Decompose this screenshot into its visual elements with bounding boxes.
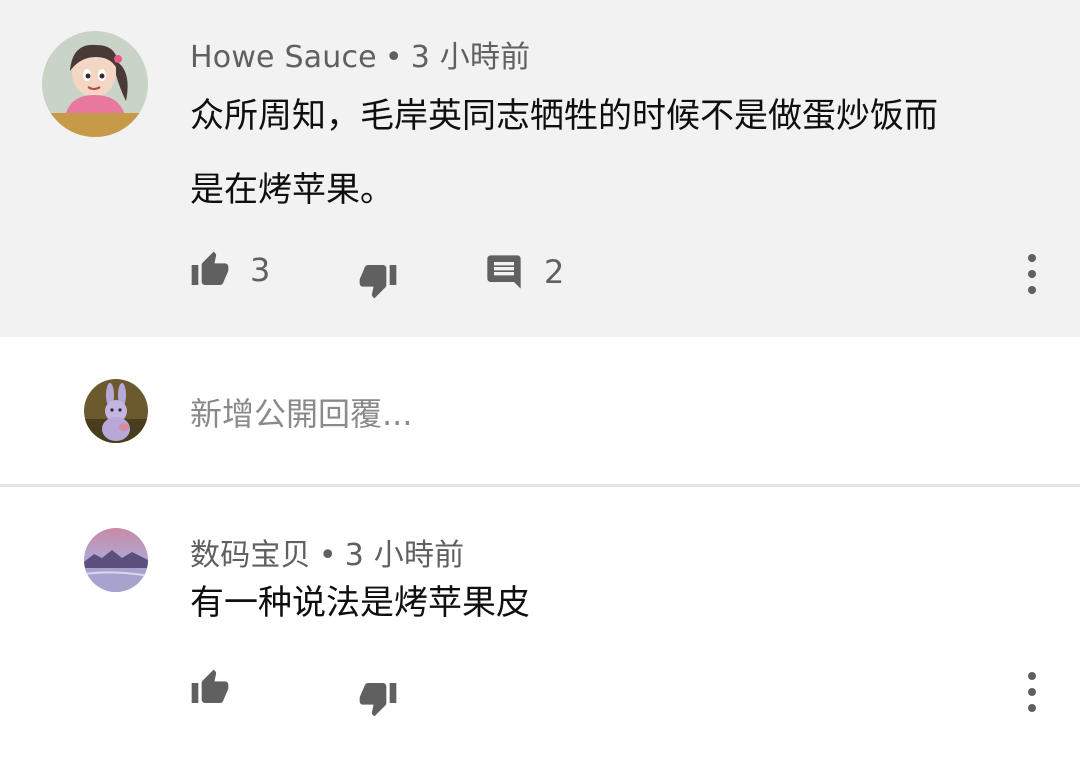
comment-text: 有一种说法是烤苹果皮 [190, 566, 1050, 640]
comment-text-line: 众所周知，毛岸英同志牺牲的时候不是做蛋炒饭而 [190, 96, 938, 136]
user-avatar [84, 379, 148, 443]
girl-avatar-icon [42, 31, 148, 137]
like-count: 3 [250, 251, 271, 289]
avatar[interactable] [84, 528, 148, 592]
reply-bar: 新增公開回覆... [0, 337, 1080, 485]
comment-icon [487, 255, 521, 289]
more-options-button[interactable] [1022, 672, 1042, 712]
like-button[interactable]: 3 [190, 250, 270, 290]
like-button[interactable] [190, 668, 230, 708]
thumbs-up-icon [191, 669, 229, 703]
comment-time[interactable]: 3 小時前 [411, 40, 531, 75]
reply-button[interactable]: 2 [484, 252, 564, 292]
author-name[interactable]: Howe Sauce [190, 40, 377, 75]
comment-text: 众所周知，毛岸英同志牺牲的时候不是做蛋炒饭而 是在烤苹果。 [190, 79, 1050, 227]
more-vert-icon [1028, 672, 1036, 680]
thumbs-down-icon [359, 265, 397, 299]
more-options-button[interactable] [1022, 254, 1042, 294]
more-vert-icon [1028, 254, 1036, 262]
thumbs-up-icon [191, 251, 229, 285]
dislike-button[interactable] [358, 260, 398, 300]
reply-input[interactable]: 新增公開回覆... [190, 389, 890, 435]
comment-meta: Howe Sauce • 3 小時前 [190, 32, 530, 76]
comment-text-line: 是在烤苹果。 [190, 170, 394, 210]
avatar[interactable] [42, 31, 148, 137]
meta-separator: • [384, 40, 403, 75]
divider [0, 484, 1080, 487]
landscape-avatar-icon [84, 528, 148, 592]
dislike-button[interactable] [358, 678, 398, 718]
comment-text-line: 有一种说法是烤苹果皮 [190, 583, 530, 623]
reply-count: 2 [544, 253, 565, 291]
highlighted-comment: Howe Sauce • 3 小時前 众所周知，毛岸英同志牺牲的时候不是做蛋炒饭而 … [0, 0, 1080, 337]
bunny-avatar-icon [84, 379, 148, 443]
thumbs-down-icon [359, 683, 397, 717]
